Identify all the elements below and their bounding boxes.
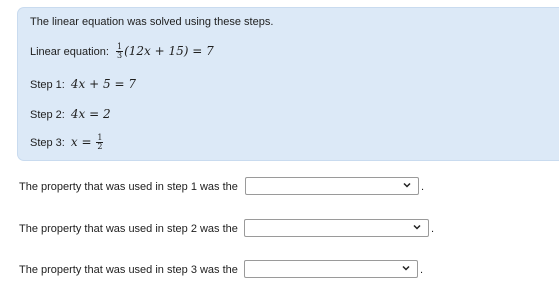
step-2-label: Step 2: [30, 109, 65, 121]
equation-fraction: 1 3 [115, 43, 124, 60]
page: The linear equation was solved using the… [0, 0, 559, 292]
question-2-period: . [431, 223, 435, 235]
fraction-denominator: 2 [97, 142, 103, 151]
step-2-line: Step 2: 4x = 2 [30, 107, 111, 121]
question-3-period: . [420, 264, 424, 276]
step-3-math: x = 1 2 [70, 134, 105, 151]
equation-line: Linear equation: 1 3 (12x + 15) = 7 [30, 43, 214, 60]
step-3-label: Step 3: [30, 137, 65, 149]
step-1-line: Step 1: 4x + 5 = 7 [30, 77, 136, 91]
chevron-down-icon [402, 265, 410, 271]
step-3-property-dropdown[interactable] [244, 260, 418, 278]
question-row-3: The property that was used in step 3 was… [19, 260, 439, 280]
equation-expression: (12x + 15) = 7 [124, 44, 214, 58]
step-2-expression: 4x = 2 [70, 107, 111, 121]
question-3-text: The property that was used in step 3 was… [19, 264, 238, 276]
question-2-text: The property that was used in step 2 was… [19, 223, 238, 235]
chevron-down-icon [403, 182, 411, 188]
chevron-down-icon [413, 224, 421, 230]
step-1-expression: 4x + 5 = 7 [70, 77, 136, 91]
question-1-period: . [421, 181, 425, 193]
step-3-fraction: 1 2 [96, 134, 104, 151]
step-1-property-dropdown[interactable] [245, 177, 419, 195]
equation-math: 1 3 (12x + 15) = 7 [115, 43, 214, 60]
step-3-expression: x = [70, 135, 96, 149]
fraction-denominator: 3 [116, 51, 123, 60]
question-1-text: The property that was used in step 1 was… [19, 181, 238, 193]
step-2-property-dropdown[interactable] [244, 219, 429, 237]
intro-text: The linear equation was solved using the… [30, 16, 274, 28]
step-1-label: Step 1: [30, 79, 65, 91]
question-row-2: The property that was used in step 2 was… [19, 219, 459, 239]
question-row-1: The property that was used in step 1 was… [19, 177, 439, 197]
step-3-line: Step 3: x = 1 2 [30, 134, 104, 151]
steps-panel: The linear equation was solved using the… [17, 7, 559, 161]
equation-label: Linear equation: [30, 46, 109, 58]
